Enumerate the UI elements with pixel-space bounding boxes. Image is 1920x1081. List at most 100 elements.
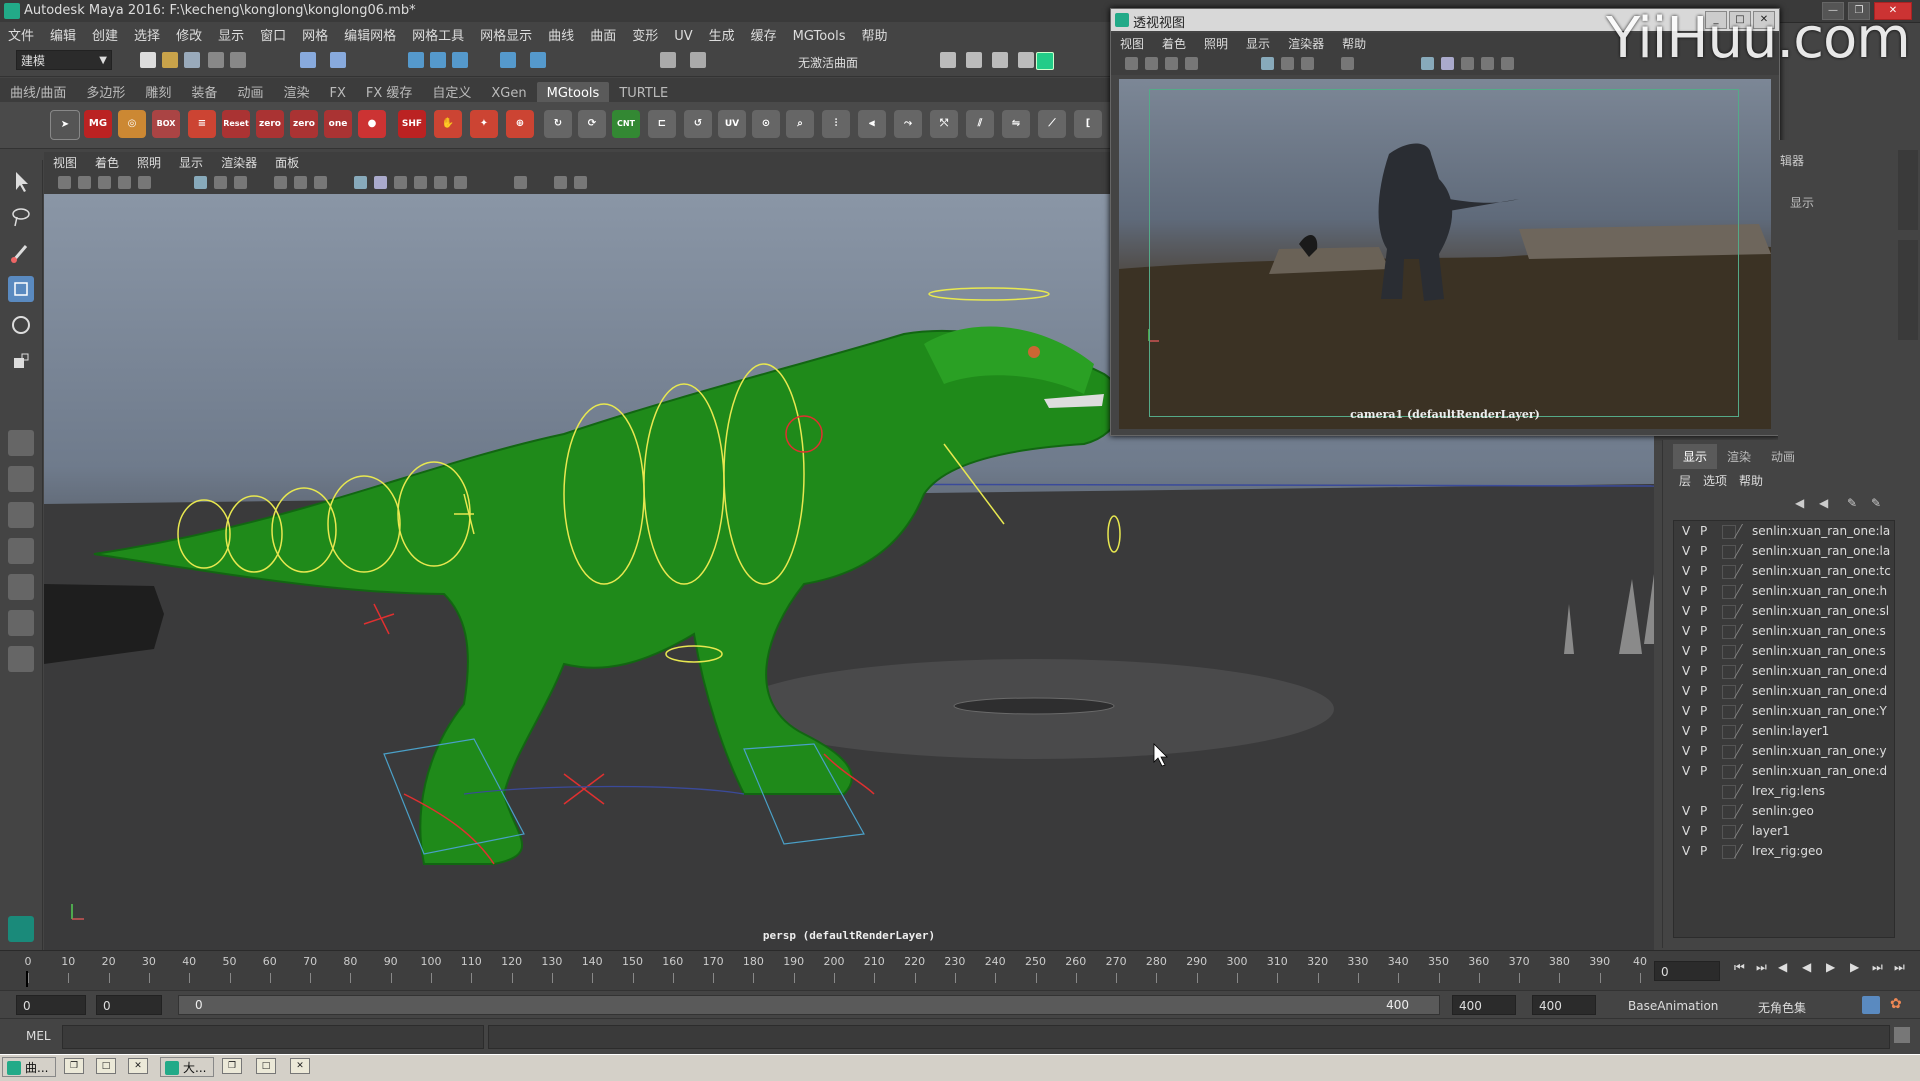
gate-mask-icon[interactable] — [274, 176, 287, 189]
shelf-rotate-icon[interactable]: ↺ — [684, 110, 712, 138]
layer-visibility-toggle[interactable]: V — [1682, 564, 1690, 578]
step-forward-key-icon[interactable]: ⏭ — [1872, 960, 1883, 975]
shelf-joint-chain-icon[interactable]: ⫷ — [858, 110, 886, 138]
layer-playback-toggle[interactable]: P — [1700, 584, 1707, 598]
menu-item-7[interactable]: 网格 — [294, 22, 336, 47]
step-back-frame-icon[interactable]: ◀ — [1778, 960, 1787, 974]
select-arrow-icon[interactable] — [8, 168, 34, 194]
layer-row[interactable]: V Player1 — [1674, 821, 1894, 841]
layer-playback-toggle[interactable]: P — [1700, 764, 1707, 778]
camera-menu-item-3[interactable]: 显示 — [1237, 33, 1279, 54]
save-scene-icon[interactable] — [184, 52, 200, 68]
select-object-icon[interactable] — [330, 52, 346, 68]
layer-visibility-toggle[interactable]: V — [1682, 744, 1690, 758]
layer-playback-toggle[interactable]: P — [1700, 704, 1707, 718]
layer-row[interactable]: V Psenlin:layer1 — [1674, 721, 1894, 741]
step-forward-frame-icon[interactable]: ▶ — [1850, 960, 1859, 974]
move-tool-icon[interactable] — [8, 276, 34, 302]
shelf-tab-4[interactable]: 动画 — [227, 78, 273, 105]
safe-action-icon[interactable] — [314, 176, 327, 189]
viewport-menu-item-4[interactable]: 渲染器 — [212, 152, 266, 173]
wireframe-icon[interactable] — [1421, 57, 1434, 70]
textured-icon[interactable] — [1461, 57, 1474, 70]
layer-playback-toggle[interactable]: P — [1700, 744, 1707, 758]
scale-tool-icon[interactable] — [8, 348, 34, 374]
layer-menu-item-2[interactable]: 帮助 — [1733, 470, 1769, 491]
camera-select-icon[interactable] — [58, 176, 71, 189]
shelf-node-icon[interactable]: ⊙ — [752, 110, 780, 138]
close-icon[interactable]: ✕ — [290, 1058, 310, 1074]
current-time-indicator[interactable] — [26, 971, 28, 987]
shelf-uv-icon[interactable]: UV — [718, 110, 746, 138]
layer-playback-toggle[interactable]: P — [1700, 624, 1707, 638]
shelf-tab-8[interactable]: 自定义 — [422, 78, 481, 105]
maximize-icon[interactable]: □ — [256, 1058, 276, 1074]
layer-playback-toggle[interactable]: P — [1700, 724, 1707, 738]
layer-row[interactable]: V Psenlin:xuan_ran_one:d — [1674, 761, 1894, 781]
lights-icon[interactable] — [434, 176, 447, 189]
menu-item-11[interactable]: 曲线 — [540, 22, 582, 47]
layer-visibility-toggle[interactable]: V — [1682, 624, 1690, 638]
shelf-box-icon[interactable]: BOX — [152, 110, 180, 138]
restore-icon[interactable]: ❐ — [64, 1058, 84, 1074]
shelf-figure-icon[interactable]: ✦ — [470, 110, 498, 138]
viewport-menu-item-0[interactable]: 视图 — [44, 152, 86, 173]
restore-icon[interactable]: ❐ — [222, 1058, 242, 1074]
playback-start-field[interactable]: 0 — [96, 995, 162, 1015]
menu-item-13[interactable]: 变形 — [624, 22, 666, 47]
shelf-shf-icon[interactable]: SHF — [398, 110, 426, 138]
shelf-skin-icon[interactable]: ⤲ — [930, 110, 958, 138]
snap-grid-icon[interactable] — [408, 52, 424, 68]
layer-row[interactable]: V Psenlin:xuan_ran_one:s — [1674, 621, 1894, 641]
layer-tab-2[interactable]: 动画 — [1761, 444, 1805, 469]
shelf-refresh-icon[interactable]: ⟳ — [578, 110, 606, 138]
film-gate-icon[interactable] — [214, 176, 227, 189]
layer-visibility-toggle[interactable]: V — [1682, 644, 1690, 658]
time-slider[interactable]: 0 10 20 30 40 50 60 70 80 90 100 110 120 130 140 150 160… — [0, 950, 1920, 991]
layer-playback-toggle[interactable]: P — [1700, 684, 1707, 698]
new-empty-layer-icon[interactable]: ✎ — [1847, 496, 1857, 510]
layer-playback-toggle[interactable]: P — [1700, 644, 1707, 658]
textured-icon[interactable] — [414, 176, 427, 189]
script-editor-icon[interactable] — [1894, 1027, 1910, 1043]
mel-label[interactable]: MEL — [26, 1029, 51, 1043]
menu-item-5[interactable]: 显示 — [210, 22, 252, 47]
redo-icon[interactable] — [230, 52, 246, 68]
layer-visibility-toggle[interactable]: V — [1682, 604, 1690, 618]
shelf-tab-5[interactable]: 渲染 — [273, 78, 319, 105]
hypershade-icon[interactable] — [1036, 52, 1054, 70]
layer-row[interactable]: V Psenlin:xuan_ran_one:d — [1674, 681, 1894, 701]
menu-item-8[interactable]: 编辑网格 — [336, 22, 404, 47]
camera-attr-icon[interactable] — [138, 176, 151, 189]
new-scene-icon[interactable] — [140, 52, 156, 68]
taskbar-item-1[interactable]: 曲... — [2, 1057, 56, 1077]
preferences-icon[interactable]: ✿ — [1890, 996, 1908, 1014]
shelf-zero-2-icon[interactable]: zero — [290, 110, 318, 138]
layout-persp-icon[interactable] — [8, 610, 34, 636]
menu-item-15[interactable]: 生成 — [701, 22, 743, 47]
lights-icon[interactable] — [1481, 57, 1494, 70]
menu-item-16[interactable]: 缓存 — [743, 22, 785, 47]
shelf-cnt-icon[interactable]: CNT — [612, 110, 640, 138]
isolate-select-icon[interactable] — [514, 176, 527, 189]
ipr-render-icon[interactable] — [966, 52, 982, 68]
shelf-mg-icon[interactable]: MG — [84, 110, 112, 138]
menu-item-4[interactable]: 修改 — [168, 22, 210, 47]
shelf-tab-0[interactable]: 曲线/曲面 — [0, 78, 76, 105]
shelf-constraint-icon[interactable]: ⫽ — [966, 110, 994, 138]
layer-row[interactable]: V Psenlin:xuan_ran_one:sl — [1674, 601, 1894, 621]
menu-item-6[interactable]: 窗口 — [252, 22, 294, 47]
layer-row[interactable]: V Psenlin:xuan_ran_one:h — [1674, 581, 1894, 601]
wireframe-on-shaded-icon[interactable] — [394, 176, 407, 189]
character-set-select[interactable]: 无角色集 — [1758, 999, 1806, 1016]
play-forwards-icon[interactable]: ▶ — [1826, 960, 1835, 974]
vertical-tab-channel-box[interactable] — [1898, 240, 1918, 340]
layer-playback-toggle[interactable]: P — [1700, 544, 1707, 558]
layer-playback-toggle[interactable]: P — [1700, 824, 1707, 838]
shelf-tab-7[interactable]: FX 缓存 — [356, 78, 423, 105]
menu-item-0[interactable]: 文件 — [0, 22, 42, 47]
live-surface-label[interactable]: 无激活曲面 — [798, 54, 858, 71]
bookmark-icon[interactable] — [1165, 57, 1178, 70]
shelf-hand-icon[interactable]: ✋ — [434, 110, 462, 138]
snap-curve-icon[interactable] — [430, 52, 446, 68]
